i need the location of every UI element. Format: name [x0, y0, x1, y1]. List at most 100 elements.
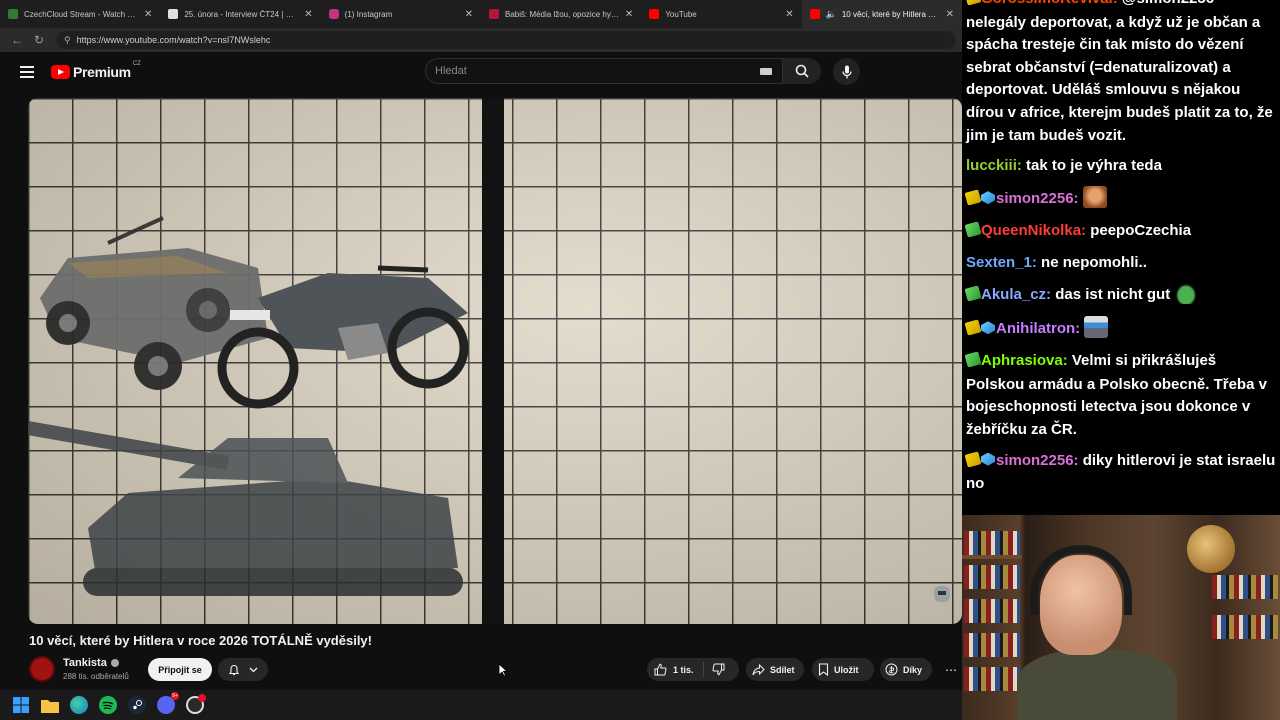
- video-player[interactable]: [28, 98, 962, 624]
- verified-icon: [110, 659, 119, 667]
- super-thanks-icon: [885, 663, 898, 676]
- browser-tab[interactable]: CzechCloud Stream - Watch Live o ✕: [0, 0, 160, 28]
- tab-label: Babiš: Média lžou, opozice hysteric: [504, 9, 619, 19]
- bell-icon: [229, 664, 240, 675]
- discord-icon[interactable]: 9+: [157, 692, 179, 714]
- windows-taskbar: 9+: [0, 690, 962, 720]
- stream-chat: GorossimoRevival: @simon2256 nelegály de…: [962, 0, 1280, 515]
- chat-message: simon2256: diky hitlerovi je stat israel…: [964, 450, 1278, 496]
- green-sub-badge-icon: [964, 351, 982, 368]
- vehicle-jeep: [40, 216, 268, 390]
- browser-tab-active[interactable]: 🔈 10 věcí, které by Hitlera v roce ✕: [801, 0, 962, 28]
- webcam-feed: [962, 515, 1280, 720]
- chat-message: Anihilatron:: [964, 316, 1278, 342]
- share-button[interactable]: Sdílet: [746, 658, 804, 681]
- close-icon[interactable]: ✕: [465, 9, 473, 20]
- chat-username[interactable]: QueenNikolka:: [981, 222, 1086, 239]
- back-icon[interactable]: ←: [6, 29, 28, 51]
- books: [964, 599, 1020, 623]
- sub-badge-icon: [964, 319, 982, 336]
- tab-label: YouTube: [665, 9, 697, 19]
- more-actions-icon[interactable]: ⋯: [940, 658, 962, 681]
- thanks-button[interactable]: Díky: [880, 658, 932, 681]
- channel-watermark-icon[interactable]: [932, 582, 952, 608]
- browser-tab[interactable]: (1) Instagram ✕: [321, 0, 481, 28]
- chat-username[interactable]: simon2256:: [996, 190, 1079, 207]
- chat-badges: [964, 285, 982, 308]
- close-icon[interactable]: ✕: [785, 9, 793, 20]
- books: [1212, 575, 1278, 599]
- sub-badge-icon: [964, 189, 982, 206]
- instagram-icon: [328, 9, 339, 19]
- chat-username[interactable]: Aphrasiova:: [981, 352, 1068, 369]
- url-field[interactable]: ⚲ https://www.youtube.com/watch?v=nsI7NWs…: [56, 31, 956, 49]
- spotify-icon[interactable]: [99, 696, 117, 714]
- video-title: 10 věcí, které by Hitlera v roce 2026 TO…: [29, 633, 372, 648]
- search-icon: [795, 64, 809, 78]
- chat-badges: [964, 189, 996, 212]
- vehicle-tank: [28, 421, 463, 596]
- close-icon[interactable]: ✕: [625, 9, 633, 20]
- search-button[interactable]: [783, 58, 821, 84]
- join-button[interactable]: Připojit se: [148, 658, 212, 681]
- recording-indicator: [198, 694, 206, 702]
- youtube-header: Premium CZ: [0, 52, 962, 92]
- chat-username[interactable]: simon2256:: [996, 452, 1079, 469]
- chat-message: Akula_cz: das ist nicht gut: [964, 282, 1278, 308]
- edge-browser-icon[interactable]: [70, 696, 88, 714]
- channel-name[interactable]: Tankista: [63, 657, 119, 669]
- youtube-logo[interactable]: Premium CZ: [51, 61, 141, 80]
- search-input[interactable]: [426, 59, 726, 83]
- close-icon[interactable]: ✕: [144, 9, 152, 20]
- browser-tab[interactable]: Babiš: Média lžou, opozice hysteric ✕: [481, 0, 641, 28]
- hamburger-menu-icon[interactable]: [20, 66, 34, 78]
- chat-message: Aphrasiova: Velmi si přikrášluješ Polsko…: [964, 350, 1278, 441]
- chat-message: simon2256:: [964, 186, 1278, 212]
- chat-username[interactable]: lucckiii:: [966, 157, 1022, 174]
- gem-badge-icon: [981, 452, 995, 466]
- chat-username[interactable]: Sexten_1:: [966, 254, 1037, 271]
- channel-avatar[interactable]: [29, 656, 55, 682]
- chevron-down-icon: [249, 667, 258, 672]
- close-icon[interactable]: ✕: [304, 9, 312, 20]
- browser-tab[interactable]: 25. února - Interview ČT24 | Česká ✕: [160, 0, 320, 28]
- chat-username[interactable]: GorossimoRevival:: [981, 0, 1118, 7]
- windows-start-icon[interactable]: [12, 696, 30, 714]
- youtube-icon: [649, 9, 660, 19]
- streamer-body: [1017, 650, 1177, 720]
- chat-username[interactable]: Anihilatron:: [996, 320, 1080, 337]
- steam-icon[interactable]: [128, 696, 146, 714]
- sub-badge-icon: [964, 0, 982, 6]
- tab-favicon: [488, 9, 499, 19]
- chat-message: QueenNikolka: peepoCzechia: [964, 220, 1278, 244]
- gem-badge-icon: [981, 191, 995, 205]
- reload-icon[interactable]: ↻: [28, 29, 50, 51]
- chat-message: Sexten_1: ne nepomohli..: [966, 252, 1278, 275]
- dislike-button[interactable]: [704, 663, 738, 676]
- tab-label: CzechCloud Stream - Watch Live o: [24, 9, 138, 19]
- like-button[interactable]: 1 tis.: [647, 662, 704, 677]
- sub-badge-icon: [964, 451, 982, 468]
- books: [964, 667, 1020, 691]
- youtube-play-icon: [51, 65, 70, 79]
- address-bar: ← ↻ ⚲ https://www.youtube.com/watch?v=nsI…: [0, 28, 962, 52]
- site-info-icon[interactable]: ⚲: [64, 35, 71, 46]
- file-explorer-icon[interactable]: [41, 696, 59, 714]
- voice-search-button[interactable]: [833, 58, 860, 85]
- speaker-icon[interactable]: 🔈: [826, 9, 837, 20]
- save-label: Uložit: [834, 664, 859, 675]
- chat-emote-icon: [1082, 186, 1107, 209]
- mouse-cursor-icon: [498, 663, 508, 677]
- tab-label: 10 věcí, které by Hitlera v roce: [841, 9, 940, 19]
- discord-badge: 9+: [171, 692, 179, 700]
- browser-tab[interactable]: YouTube ✕: [641, 0, 801, 28]
- chat-badges: [964, 451, 996, 474]
- close-icon[interactable]: ✕: [946, 9, 954, 20]
- keyboard-icon[interactable]: [760, 68, 772, 75]
- chat-text: @simon2256 nelegály deportovat, a když u…: [966, 0, 1273, 144]
- obs-icon[interactable]: [186, 694, 206, 714]
- chat-username[interactable]: Akula_cz:: [981, 286, 1051, 303]
- save-button[interactable]: Uložit: [812, 658, 874, 681]
- notifications-button[interactable]: [218, 658, 268, 681]
- tab-favicon: [168, 9, 179, 19]
